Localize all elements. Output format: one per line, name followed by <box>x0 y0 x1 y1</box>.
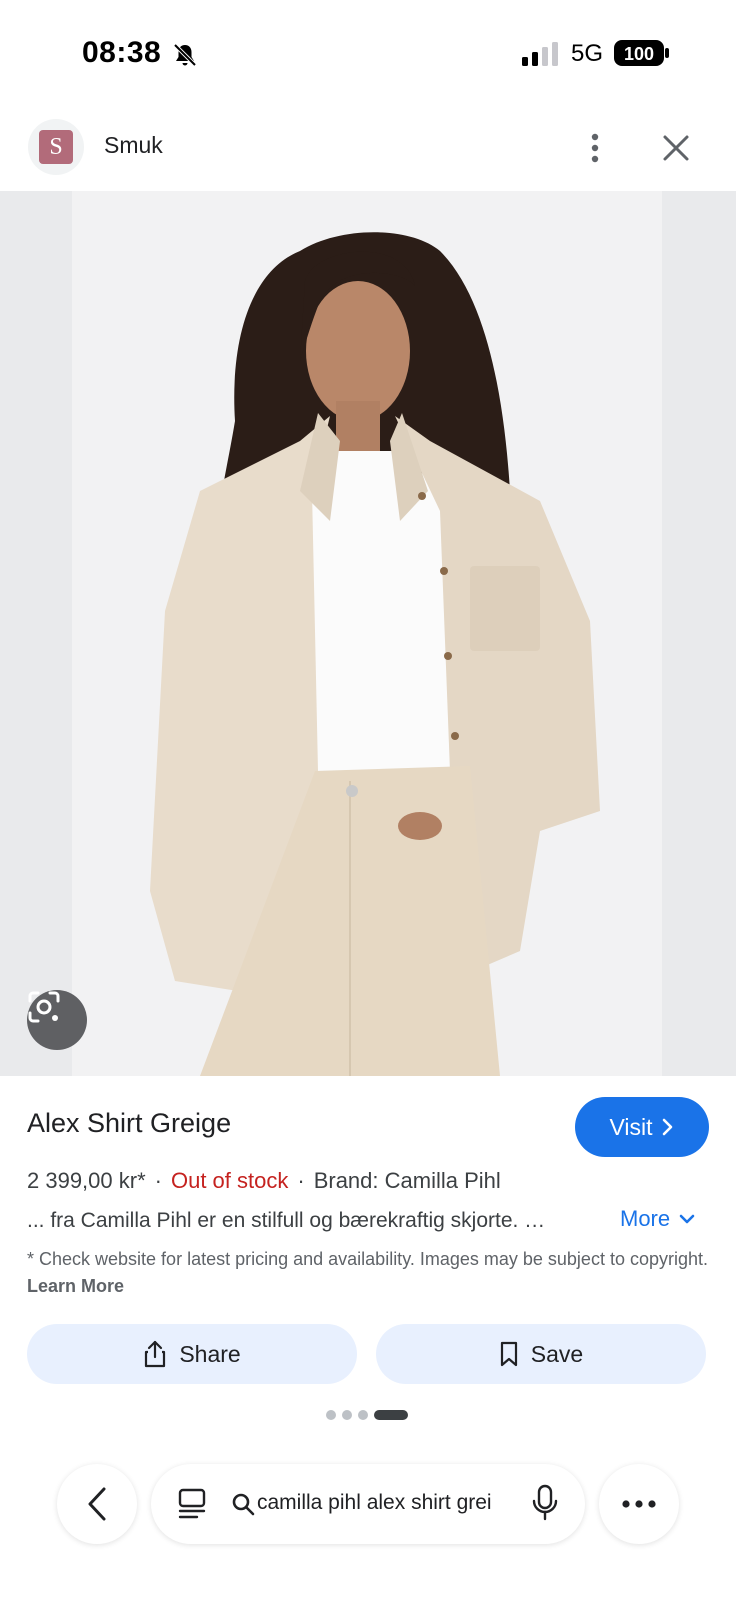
disclaimer: * Check website for latest pricing and a… <box>27 1246 717 1300</box>
lens-button[interactable] <box>27 990 87 1050</box>
more-label: More <box>620 1206 671 1231</box>
more-horiz-icon <box>622 1500 656 1508</box>
search-query[interactable]: camilla pihl alex shirt grei <box>257 1491 509 1515</box>
bell-off-icon <box>173 43 197 67</box>
product-meta: 2 399,00 kr* · Out of stock · Brand: Camilla… <box>27 1168 501 1194</box>
site-logo-letter: S <box>39 130 73 164</box>
meta-separator: · <box>154 1168 162 1193</box>
signal-icon <box>522 42 558 66</box>
product-price: 2 399,00 kr* <box>27 1168 146 1193</box>
save-button[interactable]: Save <box>376 1324 706 1384</box>
more-button[interactable]: More <box>620 1206 696 1232</box>
status-time: 08:38 <box>82 36 162 69</box>
bottom-toolbar: camilla pihl alex shirt grei <box>0 1460 736 1550</box>
close-icon[interactable] <box>658 130 694 166</box>
lens-icon <box>28 991 60 1023</box>
learn-more-link[interactable]: Learn More <box>27 1276 124 1296</box>
bookmark-icon <box>500 1341 517 1367</box>
stock-status: Out of stock <box>170 1168 289 1193</box>
pager-dot[interactable] <box>326 1410 336 1420</box>
battery-level: 100 <box>624 44 654 64</box>
pager-dot[interactable] <box>358 1410 368 1420</box>
pager-dot-active[interactable] <box>374 1410 408 1420</box>
chevron-down-icon <box>679 1214 695 1224</box>
meta-separator: · <box>297 1168 305 1193</box>
visit-label: Visit <box>609 1113 653 1140</box>
network-type: 5G <box>571 40 604 67</box>
pager-dot[interactable] <box>342 1410 352 1420</box>
more-options-button[interactable] <box>599 1464 679 1544</box>
image-pager <box>326 1409 408 1421</box>
product-image[interactable] <box>0 191 736 1076</box>
visit-button[interactable]: Visit <box>575 1097 709 1157</box>
back-button[interactable] <box>57 1464 137 1544</box>
back-icon <box>88 1487 106 1521</box>
search-bar[interactable]: camilla pihl alex shirt grei <box>151 1464 585 1544</box>
site-name[interactable]: Smuk <box>104 132 163 159</box>
battery-icon: 100 <box>614 40 669 66</box>
status-bar: 08:38 5G 100 <box>0 0 736 100</box>
product-photo-illustration <box>0 191 736 1076</box>
search-icon <box>232 1493 255 1516</box>
mic-icon[interactable] <box>531 1484 559 1522</box>
share-label: Share <box>179 1340 241 1367</box>
chevron-right-icon <box>662 1118 672 1136</box>
share-icon <box>145 1340 166 1368</box>
product-description: ... fra Camilla Pihl er en stilfull og b… <box>27 1209 546 1232</box>
source-header: S Smuk <box>0 110 736 190</box>
save-label: Save <box>530 1340 584 1367</box>
site-logo[interactable]: S <box>28 119 84 175</box>
disclaimer-text: * Check website for latest pricing and a… <box>27 1249 708 1269</box>
tabs-icon[interactable] <box>177 1488 207 1520</box>
product-title: Alex Shirt Greige <box>27 1108 232 1138</box>
product-brand: Brand: Camilla Pihl <box>313 1168 501 1193</box>
more-vert-icon[interactable] <box>580 128 610 168</box>
share-button[interactable]: Share <box>27 1324 357 1384</box>
